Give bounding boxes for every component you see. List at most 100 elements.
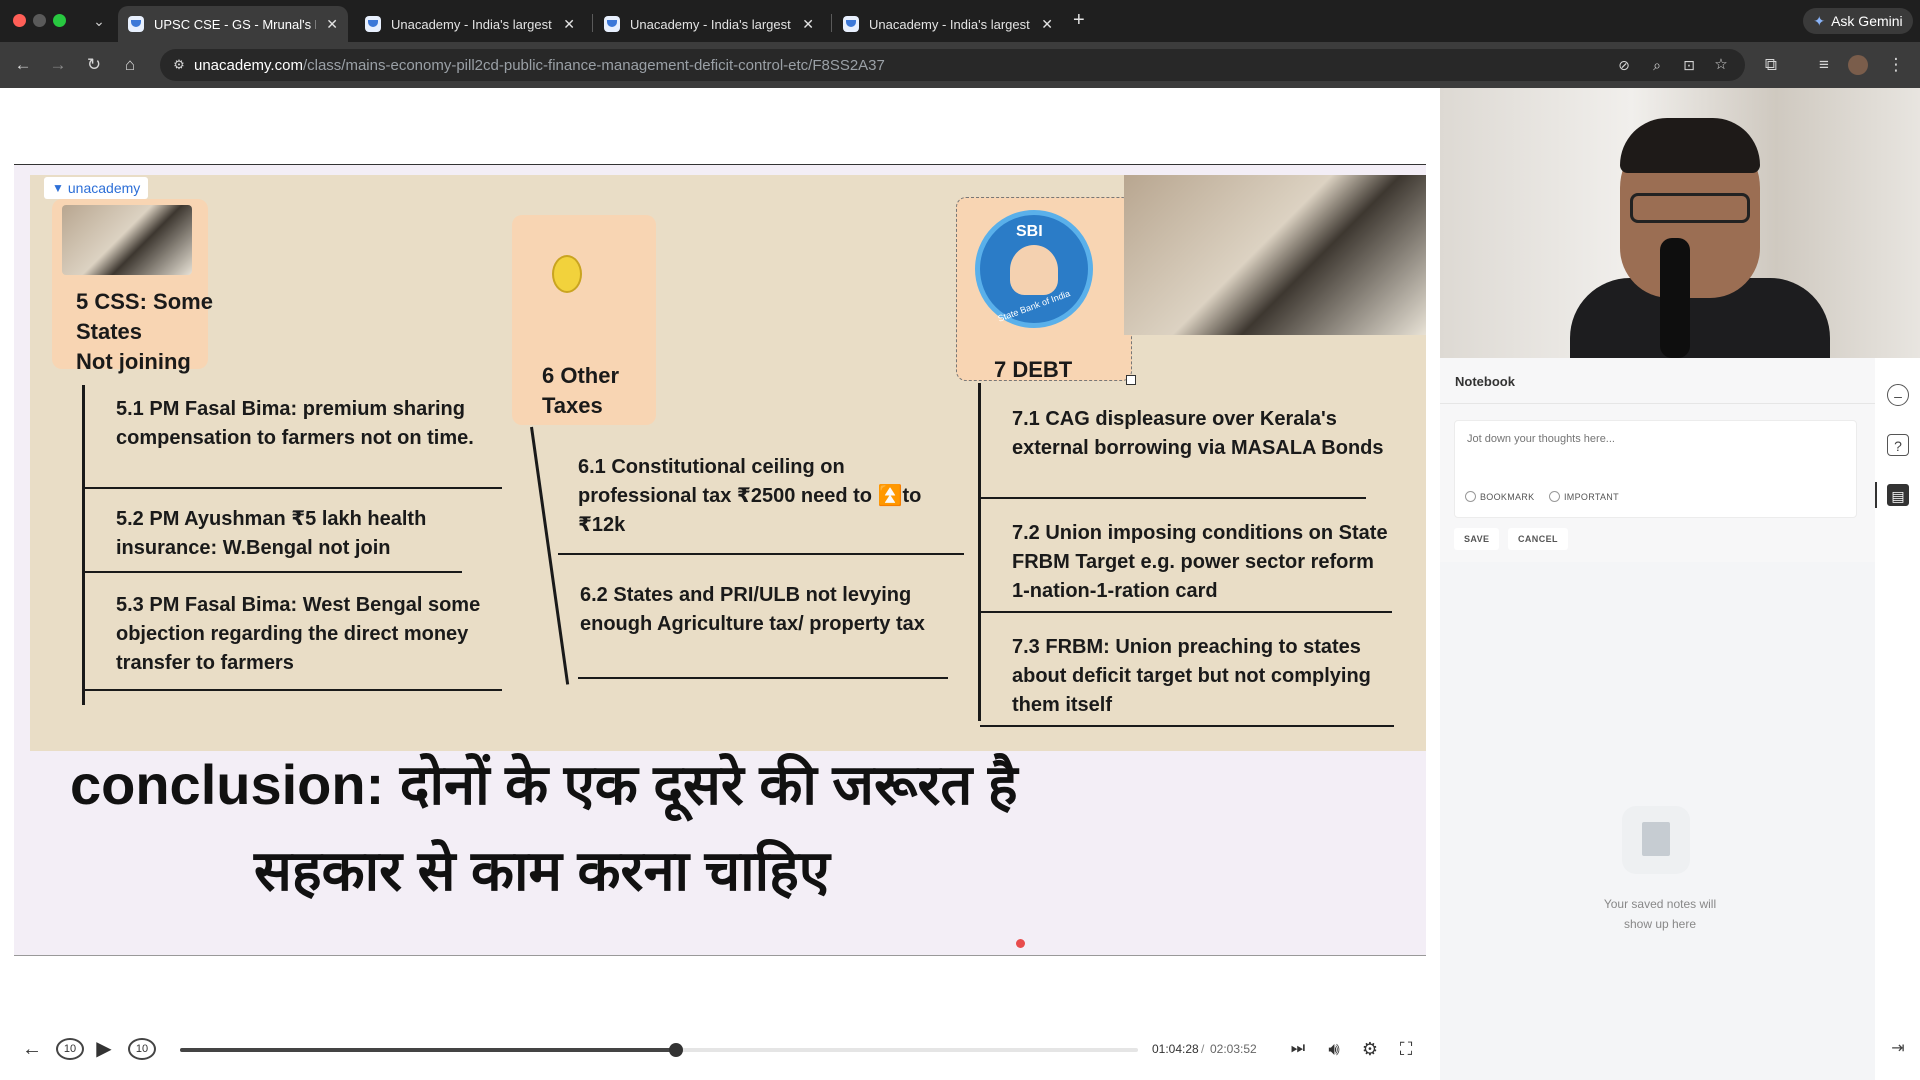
url-host: unacademy.com	[194, 57, 303, 74]
unacademy-favicon-icon	[365, 16, 381, 32]
rewind-10-icon[interactable]: 10	[56, 1038, 84, 1060]
reload-icon[interactable]: ↻	[83, 54, 105, 76]
close-icon[interactable]: ✕	[563, 16, 575, 33]
document-icon	[1642, 822, 1670, 856]
conclusion-line-2: सहकार से काम करना चाहिए	[254, 839, 830, 902]
empty-notes-text: Your saved notes will show up here	[1560, 894, 1760, 934]
point-7-3: 7.3 FRBM: Union preaching to states abou…	[1012, 636, 1371, 716]
gemini-sparkle-icon: ✦	[1813, 12, 1826, 29]
unacademy-favicon-icon	[128, 16, 144, 32]
brand-label: unacademy	[67, 180, 141, 196]
tree-branch	[84, 689, 502, 691]
notebook-icon[interactable]: ▤	[1887, 484, 1909, 506]
important-label: IMPORTANT	[1564, 491, 1619, 502]
point-7-1: 7.1 CAG displeasure over Kerala's extern…	[1012, 408, 1384, 459]
important-option[interactable]: IMPORTANT	[1549, 491, 1619, 502]
coin-hand-icon	[552, 255, 582, 293]
video-frame[interactable]: ▼ unacademy 5 CSS: Some States Not joini…	[14, 164, 1426, 956]
note-input[interactable]	[1467, 433, 1847, 445]
tree-line	[978, 383, 981, 721]
col1-heading-2: States	[76, 319, 143, 344]
close-window-button[interactable]	[13, 14, 26, 27]
conclusion-line-1: conclusion: दोनों के एक दूसरे की जरूरत ह…	[70, 753, 1018, 816]
forward-10-icon[interactable]: 10	[128, 1038, 156, 1060]
tree-line	[530, 426, 570, 685]
bookmark-radio[interactable]	[1465, 491, 1476, 502]
exit-icon[interactable]: ⇥	[1887, 1038, 1909, 1060]
url-path: /class/mains-economy-pill2cd-public-fina…	[302, 57, 885, 74]
chevron-down-icon[interactable]: ⌄	[88, 10, 110, 32]
close-icon[interactable]: ✕	[802, 16, 814, 33]
col3-heading: 7 DEBT	[994, 357, 1073, 382]
side-panel: Notebook BOOKMARK IMPORTANT SAVE CANCEL …	[1440, 88, 1920, 1080]
home-icon[interactable]: ⌂	[119, 54, 141, 76]
back-arrow-icon[interactable]: ←	[20, 1036, 44, 1062]
current-time: 01:04:28	[1152, 1042, 1199, 1056]
slide: ▼ unacademy 5 CSS: Some States Not joini…	[30, 175, 1426, 751]
cancel-button[interactable]: CANCEL	[1508, 528, 1568, 550]
tree-line	[82, 385, 85, 705]
sbi-label: SBI	[1016, 223, 1043, 240]
settings-gear-icon[interactable]: ⚙	[1358, 1036, 1382, 1062]
tab-1[interactable]: UPSC CSE - GS - Mrunal's Ec ✕	[118, 6, 348, 42]
profile-avatar[interactable]	[1848, 55, 1868, 75]
fullscreen-icon[interactable]: ⛶	[1394, 1036, 1418, 1062]
empty-notes-icon	[1622, 806, 1690, 874]
install-app-icon[interactable]: ⊡	[1678, 54, 1700, 76]
bookmark-star-icon[interactable]: ☆	[1710, 54, 1732, 76]
reading-list-icon[interactable]: ≡	[1813, 54, 1835, 76]
point-5-1: 5.1 PM Fasal Bima: premium sharing compe…	[116, 398, 474, 449]
bookmark-option[interactable]: BOOKMARK	[1465, 491, 1534, 502]
pointer-dot	[1016, 939, 1025, 948]
next-icon[interactable]: ⏭	[1286, 1036, 1310, 1062]
maximize-window-button[interactable]	[53, 14, 66, 27]
tree-branch	[980, 725, 1394, 727]
volume-icon[interactable]: 🔊︎	[1322, 1036, 1346, 1062]
play-icon[interactable]: ▶	[92, 1036, 116, 1062]
zoom-icon[interactable]: ⌕	[1646, 54, 1668, 76]
player-controls: ← 10 ▶ 10 01:04:28 / 02:03:52 ⏭ 🔊︎ ⚙ ⛶	[0, 1018, 1440, 1080]
instructor-hair	[1620, 118, 1760, 173]
tab-separator	[831, 14, 832, 32]
important-radio[interactable]	[1549, 491, 1560, 502]
point-5-3: 5.3 PM Fasal Bima: West Bengal some obje…	[116, 594, 481, 674]
back-arrow-icon[interactable]: ←	[12, 54, 34, 76]
doubt-question-icon[interactable]: ?	[1887, 434, 1909, 456]
tab-4[interactable]: Unacademy - India's largest l ✕	[833, 6, 1063, 42]
tree-branch	[84, 487, 502, 489]
close-icon[interactable]: ✕	[326, 16, 338, 33]
tree-branch	[578, 677, 948, 679]
close-icon[interactable]: ✕	[1041, 16, 1053, 33]
more-menu-icon[interactable]: ⋮	[1885, 54, 1907, 76]
minimize-window-button[interactable]	[33, 14, 46, 27]
progress-bar[interactable]	[180, 1043, 1138, 1057]
progress-knob[interactable]	[669, 1043, 684, 1057]
tab-2[interactable]: Unacademy - India's largest l ✕	[355, 6, 585, 42]
address-bar[interactable]: ⚙ unacademy.com/class/mains-economy-pill…	[160, 49, 1745, 81]
resize-handle[interactable]	[1126, 375, 1136, 385]
tracking-eye-off-icon[interactable]: ⊘	[1613, 54, 1635, 76]
save-button[interactable]: SAVE	[1454, 528, 1500, 550]
tree-branch	[980, 611, 1392, 613]
total-time: 02:03:52	[1210, 1042, 1257, 1056]
unacademy-logo-icon: ▼	[52, 181, 64, 195]
unacademy-favicon-icon	[604, 16, 620, 32]
forward-arrow-icon[interactable]: →	[47, 54, 69, 76]
new-tab-plus-icon[interactable]: +	[1073, 8, 1085, 32]
microphone	[1660, 238, 1690, 358]
tab-title: Unacademy - India's largest l	[630, 16, 793, 32]
forward-10-label: 10	[135, 1043, 149, 1055]
tab-3[interactable]: Unacademy - India's largest l ✕	[594, 6, 824, 42]
notebook-title: Notebook	[1455, 374, 1515, 389]
extensions-icon[interactable]: ⧉	[1760, 54, 1782, 76]
unacademy-favicon-icon	[843, 16, 859, 32]
side-rail: – ? ▤ ⇥	[1875, 358, 1920, 1080]
col1-heading-3: Not joining	[76, 349, 191, 374]
site-settings-icon[interactable]: ⚙	[168, 54, 190, 76]
instructor-glasses	[1630, 193, 1750, 223]
active-indicator	[1875, 482, 1877, 508]
chat-icon[interactable]: –	[1887, 384, 1909, 406]
politicians-photo	[62, 205, 192, 275]
ask-gemini-button[interactable]: ✦ Ask Gemini	[1803, 8, 1913, 34]
sbi-logo: SBI State Bank of India	[975, 210, 1093, 328]
